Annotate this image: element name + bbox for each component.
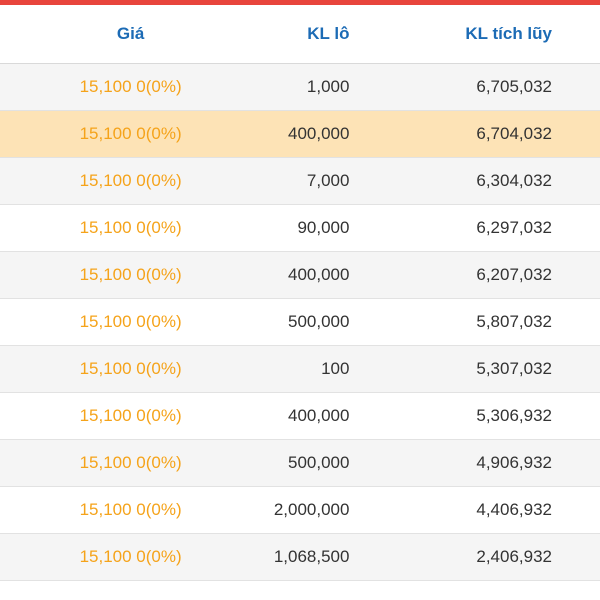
cell-cumulative-volume: 6,705,032 (476, 76, 552, 96)
cell-cumulative-volume: 6,304,032 (476, 170, 552, 190)
cell-cumulative-volume: 6,704,032 (476, 123, 552, 143)
table-row[interactable]: 15,100 0(0%) 1,068,500 2,406,932 (0, 533, 600, 580)
column-header-cumulative-volume[interactable]: KL tích lũy (349, 5, 600, 63)
cell-price: 15,100 0(0%) (79, 217, 182, 237)
cell-lot-volume: 1,068,500 (273, 546, 350, 566)
cell-cumulative-volume: 6,207,032 (476, 264, 552, 284)
cell-cumulative-volume: 4,906,932 (476, 452, 552, 472)
cell-lot-volume: 400,000 (288, 405, 350, 425)
cell-price: 15,100 0(0%) (79, 123, 182, 143)
cell-cumulative-volume: 4,406,932 (476, 499, 552, 519)
cell-cumulative-volume: 5,807,032 (476, 311, 552, 331)
cell-lot-volume: 400,000 (288, 123, 350, 143)
table-row[interactable]: 15,100 0(0%) 2,000,000 4,406,932 (0, 486, 600, 533)
table-row[interactable]: 15,100 0(0%) 500,000 5,807,032 (0, 298, 600, 345)
table-row[interactable]: 15,100 0(0%) 7,000 6,304,032 (0, 157, 600, 204)
cell-price: 15,100 0(0%) (79, 264, 182, 284)
cell-cumulative-volume: 5,307,032 (476, 358, 552, 378)
cell-price: 15,100 0(0%) (79, 358, 182, 378)
table-row[interactable]: 15,100 0(0%) 100 5,307,032 (0, 345, 600, 392)
cell-lot-volume: 1,000 (306, 76, 350, 96)
cell-price: 15,100 0(0%) (79, 76, 182, 96)
cell-lot-volume: 500,000 (288, 452, 350, 472)
cell-lot-volume: 400,000 (288, 264, 350, 284)
cell-price: 15,100 0(0%) (79, 170, 182, 190)
cell-lot-volume: 7,000 (306, 170, 350, 190)
cell-price: 15,100 0(0%) (79, 499, 182, 519)
table-row-selected[interactable]: 15,100 0(0%) 400,000 6,704,032 (0, 110, 600, 157)
cell-price: 15,100 0(0%) (79, 546, 182, 566)
column-header-price[interactable]: Giá (0, 5, 261, 63)
cell-lot-volume: 100 (321, 358, 350, 378)
cell-lot-volume: 500,000 (288, 311, 350, 331)
cell-price: 15,100 0(0%) (79, 405, 182, 425)
cell-lot-volume: 90,000 (297, 217, 350, 237)
table-row[interactable]: 15,100 0(0%) 400,000 5,306,932 (0, 392, 600, 439)
cell-lot-volume: 2,000,000 (273, 499, 350, 519)
cell-price: 15,100 0(0%) (79, 452, 182, 472)
table-row[interactable]: 15,100 0(0%) 500,000 4,906,932 (0, 439, 600, 486)
table-row[interactable]: 15,100 0(0%) 1,000 6,705,032 (0, 63, 600, 110)
table-header: Giá KL lô KL tích lũy (0, 5, 600, 63)
table-row[interactable]: 15,100 0(0%) 400,000 6,207,032 (0, 251, 600, 298)
cell-cumulative-volume: 6,297,032 (476, 217, 552, 237)
matched-orders-table: Giá KL lô KL tích lũy 15,100 0(0%) 1,000… (0, 5, 600, 581)
cell-price: 15,100 0(0%) (79, 311, 182, 331)
table-row[interactable]: 15,100 0(0%) 90,000 6,297,032 (0, 204, 600, 251)
cell-cumulative-volume: 2,406,932 (476, 546, 552, 566)
cell-cumulative-volume: 5,306,932 (476, 405, 552, 425)
column-header-lot-volume[interactable]: KL lô (261, 5, 349, 63)
